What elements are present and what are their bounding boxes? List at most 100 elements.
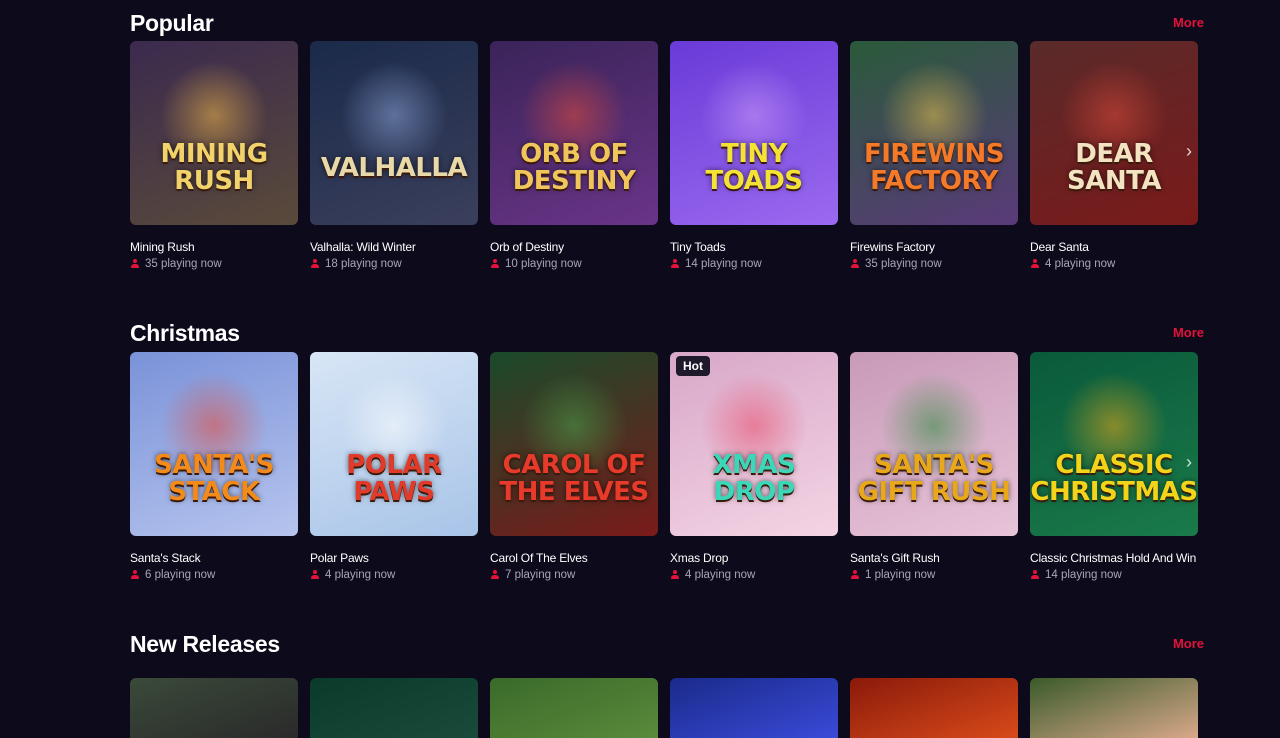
game-card[interactable]: FIREWINS FACTORY Firewins Factory 35 playi… [850,41,1018,270]
game-thumbnail[interactable] [310,678,478,738]
players-count: 6 playing now [130,569,298,581]
popular-section: Popular More MINING RUSH Mining Rush 35 pl… [130,10,1204,270]
game-thumbnail[interactable] [1030,678,1198,738]
user-icon [490,259,500,269]
section-header: Christmas More [130,320,1204,352]
game-card[interactable]: Xmas Drop Hot Xmas Drop 4 playing now [670,352,838,581]
user-icon [130,259,140,269]
game-card[interactable]: MINING RUSH Mining Rush 35 playing now [130,41,298,270]
user-icon [850,570,860,580]
players-count: 14 playing now [670,258,838,270]
game-card[interactable] [1030,678,1198,738]
user-icon [130,570,140,580]
user-icon [310,259,320,269]
more-link[interactable]: More [1173,15,1204,30]
players-text: 10 playing now [505,258,582,270]
players-text: 14 playing now [1045,569,1122,581]
players-count: 18 playing now [310,258,478,270]
game-card[interactable]: Dear Santa › Dear Santa 4 playing now [1030,41,1198,270]
players-count: 4 playing now [670,569,838,581]
players-text: 7 playing now [505,569,576,581]
game-thumbnail[interactable]: CAROL of the ELVES [490,352,658,536]
game-logo: CAROL of the ELVES [499,450,649,507]
game-logo: VALHALLA [320,152,468,183]
game-card[interactable]: CAROL of the ELVES Carol Of The Elves 7 pl… [490,352,658,581]
game-logo: Santa's Gift Rush [857,450,1011,507]
game-thumbnail[interactable] [670,678,838,738]
game-title: Santa's Stack [130,551,201,565]
game-title: Carol Of The Elves [490,551,588,565]
user-icon [1030,570,1040,580]
game-logo: Dear Santa [1067,139,1161,196]
more-link[interactable]: More [1173,325,1204,340]
players-count: 7 playing now [490,569,658,581]
game-thumbnail[interactable] [850,678,1018,738]
more-link[interactable]: More [1173,636,1204,651]
players-count: 35 playing now [130,258,298,270]
game-thumbnail[interactable]: Santa's Gift Rush [850,352,1018,536]
new-releases-section: New Releases More [130,631,1204,738]
game-thumbnail[interactable]: MINING RUSH [130,41,298,225]
user-icon [670,259,680,269]
players-count: 10 playing now [490,258,658,270]
game-card[interactable] [130,678,298,738]
section-header: Popular More [130,10,1204,42]
game-card[interactable]: SANTA'S STACK Santa's Stack 6 playing now [130,352,298,581]
players-text: 1 playing now [865,569,936,581]
game-logo: MINING RUSH [160,139,268,196]
user-icon [850,259,860,269]
game-thumbnail[interactable]: SANTA'S STACK [130,352,298,536]
game-logo: POLAR PAWS [346,450,442,507]
game-title: Tiny Toads [670,240,726,254]
game-thumbnail[interactable]: POLAR PAWS [310,352,478,536]
user-icon [310,570,320,580]
user-icon [670,570,680,580]
christmas-section: Christmas More SANTA'S STACK Santa's Stac… [130,320,1204,581]
game-thumbnail[interactable]: Xmas Drop Hot [670,352,838,536]
game-title: Dear Santa [1030,240,1089,254]
game-card[interactable] [670,678,838,738]
game-card[interactable]: TINY TOADS Tiny Toads 14 playing now [670,41,838,270]
players-text: 4 playing now [325,569,396,581]
game-thumbnail[interactable]: ORB of DESTINY [490,41,658,225]
game-card[interactable] [850,678,1018,738]
game-card[interactable] [310,678,478,738]
game-card[interactable] [490,678,658,738]
section-title: Popular [130,10,214,36]
players-count: 14 playing now [1030,569,1198,581]
game-logo: CLASSIC CHRISTMAS [1030,450,1198,507]
game-card[interactable]: CLASSIC CHRISTMAS › Classic Christmas Hold… [1030,352,1198,581]
game-thumbnail[interactable] [130,678,298,738]
chevron-right-icon[interactable]: › [1186,452,1192,473]
game-title: Orb of Destiny [490,240,564,254]
game-thumbnail[interactable]: CLASSIC CHRISTMAS › [1030,352,1198,536]
players-count: 1 playing now [850,569,1018,581]
players-text: 35 playing now [865,258,942,270]
game-card[interactable]: ORB of DESTINY Orb of Destiny 10 playing n… [490,41,658,270]
game-thumbnail[interactable]: FIREWINS FACTORY [850,41,1018,225]
user-icon [1030,259,1040,269]
game-thumbnail[interactable]: TINY TOADS [670,41,838,225]
game-title: Polar Paws [310,551,369,565]
game-logo: ORB of DESTINY [512,139,636,196]
players-text: 35 playing now [145,258,222,270]
game-row [130,678,1198,738]
game-logo: FIREWINS FACTORY [863,139,1005,196]
user-icon [490,570,500,580]
game-title: Xmas Drop [670,551,729,565]
game-card[interactable]: POLAR PAWS Polar Paws 4 playing now [310,352,478,581]
game-title: Classic Christmas Hold And Win [1030,551,1197,565]
game-card[interactable]: VALHALLA Valhalla: Wild Winter 18 playing … [310,41,478,270]
game-card[interactable]: Santa's Gift Rush Santa's Gift Rush 1 play… [850,352,1018,581]
players-text: 4 playing now [685,569,756,581]
game-thumbnail[interactable] [490,678,658,738]
game-thumbnail[interactable]: VALHALLA [310,41,478,225]
chevron-right-icon[interactable]: › [1186,141,1192,162]
game-logo: SANTA'S STACK [154,450,274,507]
game-logo: TINY TOADS [705,139,803,196]
players-text: 18 playing now [325,258,402,270]
section-title: Christmas [130,320,240,346]
game-thumbnail[interactable]: Dear Santa › [1030,41,1198,225]
game-title: Mining Rush [130,240,195,254]
players-count: 35 playing now [850,258,1018,270]
